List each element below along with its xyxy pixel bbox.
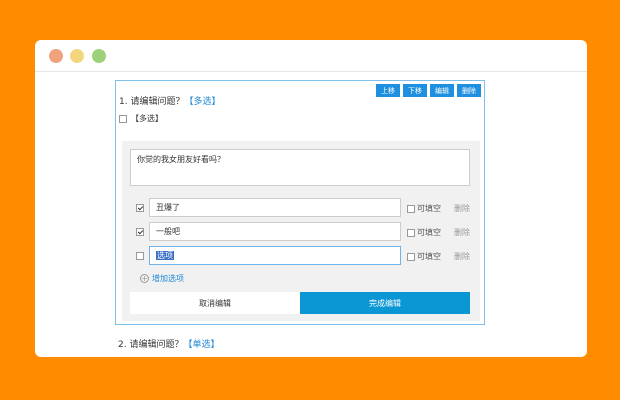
plus-circle-icon: + — [140, 274, 149, 283]
window-titlebar — [35, 40, 587, 72]
option-3-fillable-label: 可填空 — [417, 252, 441, 261]
question-1-title: 1. 请编辑问题？【多选】 — [119, 94, 220, 107]
option-3-selected-text: 选项 — [156, 251, 174, 260]
option-2-fillable[interactable]: 可填空 — [407, 227, 441, 238]
move-down-button[interactable]: 下移 — [403, 84, 427, 97]
option-2-delete-link[interactable]: 删除 — [454, 227, 470, 238]
option-2-fillable-label: 可填空 — [417, 228, 441, 237]
question-1-card: 1. 请编辑问题？【多选】 上移 下移 编辑 删除 【多选】 你觉的我女朋友好看… — [115, 80, 485, 325]
finish-edit-button[interactable]: 完成编辑 — [300, 292, 470, 314]
option-row: 选项 可填空 删除 — [130, 246, 470, 266]
option-3-fillable[interactable]: 可填空 — [407, 251, 441, 262]
maximize-window-icon[interactable] — [92, 49, 106, 63]
question-1-type-tag: 【多选】 — [184, 97, 221, 107]
multi-select-label: 【多选】 — [131, 114, 163, 123]
question-2-type-tag: 【单选】 — [183, 340, 220, 350]
minimize-window-icon[interactable] — [70, 49, 84, 63]
question-2-title: 2. 请编辑问题？【单选】 — [118, 337, 219, 350]
question-1-text: 1. 请编辑问题？ — [119, 97, 185, 107]
question-editor: 你觉的我女朋友好看吗？ 丑爆了 可填空 删除 一般吧 可填空 删除 选项 可填空… — [122, 141, 480, 321]
option-3-checkbox[interactable] — [136, 252, 144, 260]
delete-button[interactable]: 删除 — [457, 84, 481, 97]
option-3-input[interactable]: 选项 — [149, 246, 401, 265]
multi-select-toggle[interactable]: 【多选】 — [119, 113, 163, 124]
question-2-text: 2. 请编辑问题？ — [118, 340, 184, 350]
app-window: 1. 请编辑问题？【多选】 上移 下移 编辑 删除 【多选】 你觉的我女朋友好看… — [35, 40, 587, 357]
option-3-delete-link[interactable]: 删除 — [454, 251, 470, 262]
option-1-delete-link[interactable]: 删除 — [454, 203, 470, 214]
move-up-button[interactable]: 上移 — [376, 84, 400, 97]
question-1-toolbar: 上移 下移 编辑 删除 — [376, 84, 481, 97]
question-text-input[interactable]: 你觉的我女朋友好看吗？ — [130, 149, 470, 186]
option-row: 丑爆了 可填空 删除 — [130, 198, 470, 218]
edit-button[interactable]: 编辑 — [430, 84, 454, 97]
option-1-fillable-checkbox[interactable] — [407, 204, 415, 213]
option-row: 一般吧 可填空 删除 — [130, 222, 470, 242]
close-window-icon[interactable] — [49, 49, 63, 63]
option-2-fillable-checkbox[interactable] — [407, 228, 415, 237]
option-1-checkbox[interactable] — [136, 204, 144, 212]
add-option-label: 增加选项 — [152, 274, 184, 283]
add-option-link[interactable]: + 增加选项 — [140, 273, 184, 284]
cancel-edit-button[interactable]: 取消编辑 — [130, 292, 300, 314]
option-1-input[interactable]: 丑爆了 — [149, 198, 401, 217]
option-1-fillable[interactable]: 可填空 — [407, 203, 441, 214]
multi-select-checkbox[interactable] — [119, 114, 127, 123]
option-1-fillable-label: 可填空 — [417, 204, 441, 213]
option-2-input[interactable]: 一般吧 — [149, 222, 401, 241]
option-3-fillable-checkbox[interactable] — [407, 252, 415, 261]
option-2-checkbox[interactable] — [136, 228, 144, 236]
